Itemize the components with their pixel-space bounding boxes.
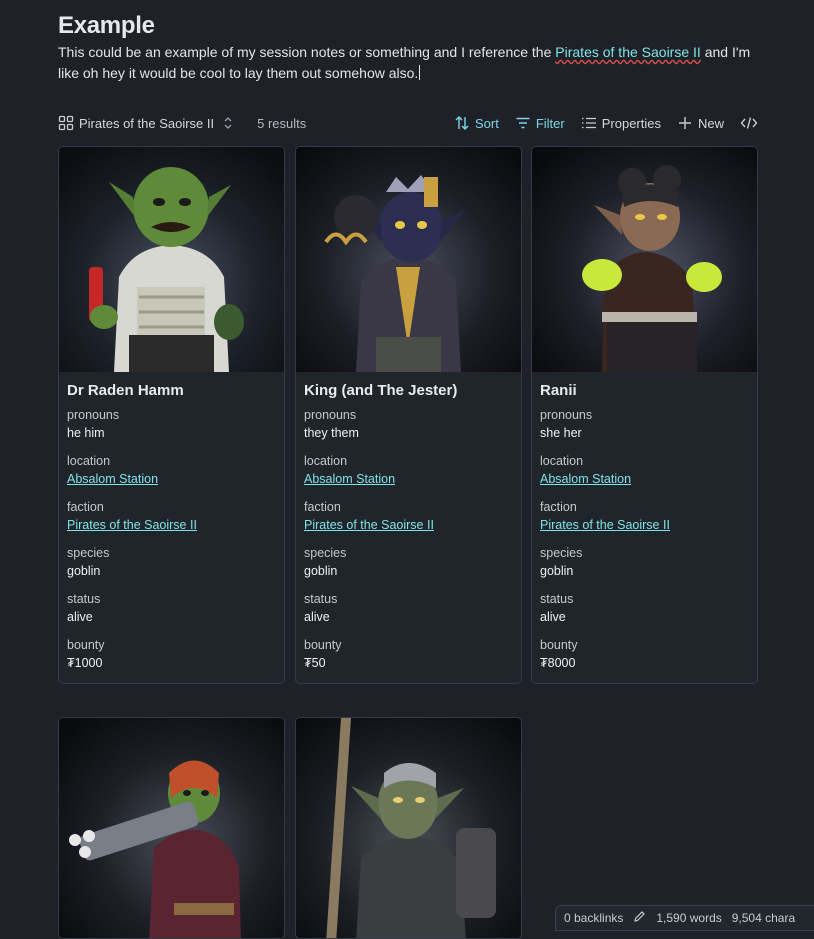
prop-label: species xyxy=(304,546,347,560)
plus-icon xyxy=(677,115,693,131)
prop-species: goblin xyxy=(67,564,101,578)
code-view-button[interactable] xyxy=(740,115,758,131)
prop-label: bounty xyxy=(67,638,105,652)
character-portrait xyxy=(59,147,284,372)
prop-label: status xyxy=(304,592,338,606)
view-name: Pirates of the Saoirse II xyxy=(79,115,215,131)
properties-label: Properties xyxy=(601,115,661,131)
view-switcher[interactable]: Pirates of the Saoirse II xyxy=(58,115,233,131)
filter-button[interactable]: Filter xyxy=(515,115,565,131)
note-link-pirates[interactable]: Pirates of the Saoirse II xyxy=(555,44,701,60)
character-portrait xyxy=(296,147,521,372)
page-title: Example xyxy=(58,12,155,39)
filter-icon xyxy=(515,115,531,131)
character-card[interactable] xyxy=(295,717,522,939)
grid-view-icon xyxy=(58,115,74,131)
prop-faction-link[interactable]: Pirates of the Saoirse II xyxy=(67,516,276,535)
character-name: Dr Raden Hamm xyxy=(67,382,184,399)
text-cursor xyxy=(419,65,421,80)
character-card[interactable]: Ranii pronouns she her location Absalom St… xyxy=(531,146,758,684)
prop-bounty: ₮8000 xyxy=(540,656,576,670)
character-name: Ranii xyxy=(540,382,577,399)
prop-label: faction xyxy=(304,500,341,514)
prop-bounty: ₮50 xyxy=(304,656,326,670)
character-card[interactable] xyxy=(58,717,285,939)
prop-label: faction xyxy=(67,500,104,514)
prop-label: pronouns xyxy=(67,408,120,422)
prop-label: location xyxy=(67,454,111,468)
results-count: 5 results xyxy=(257,115,307,131)
prop-label: species xyxy=(67,546,110,560)
prop-status: alive xyxy=(540,610,566,624)
sort-icon xyxy=(454,115,470,131)
character-card[interactable]: King (and The Jester) pronouns they them … xyxy=(295,146,522,684)
base-toolbar: Pirates of the Saoirse II 5 results Sort… xyxy=(58,110,758,136)
prop-label: species xyxy=(540,546,583,560)
prop-label: bounty xyxy=(304,638,342,652)
prop-bounty: ₮1000 xyxy=(67,656,103,670)
pencil-icon[interactable] xyxy=(633,910,646,926)
prop-location-link[interactable]: Absalom Station xyxy=(540,470,749,489)
list-icon xyxy=(581,115,597,131)
prop-label: pronouns xyxy=(304,408,357,422)
prop-label: status xyxy=(67,592,101,606)
note-text-before: This could be an example of my session n… xyxy=(58,44,556,60)
prop-label: pronouns xyxy=(540,408,593,422)
sort-label: Sort xyxy=(475,115,499,131)
prop-label: status xyxy=(540,592,574,606)
prop-species: goblin xyxy=(540,564,574,578)
prop-label: location xyxy=(304,454,348,468)
prop-pronouns: she her xyxy=(540,426,582,440)
session-note-paragraph[interactable]: This could be an example of my session n… xyxy=(58,42,758,84)
prop-faction-link[interactable]: Pirates of the Saoirse II xyxy=(304,516,513,535)
character-portrait xyxy=(296,718,521,938)
character-card[interactable]: Dr Raden Hamm pronouns he him location Abs… xyxy=(58,146,285,684)
character-name: King (and The Jester) xyxy=(304,382,458,399)
prop-status: alive xyxy=(67,610,93,624)
prop-status: alive xyxy=(304,610,330,624)
prop-pronouns: they them xyxy=(304,426,359,440)
prop-label: faction xyxy=(540,500,577,514)
prop-label: bounty xyxy=(540,638,578,652)
new-label: New xyxy=(697,115,724,131)
prop-label: location xyxy=(540,454,584,468)
prop-pronouns: he him xyxy=(67,426,105,440)
prop-location-link[interactable]: Absalom Station xyxy=(67,470,276,489)
status-bar: 0 backlinks 1,590 words 9,504 chara xyxy=(555,905,814,931)
code-icon xyxy=(740,115,758,131)
prop-species: goblin xyxy=(304,564,338,578)
chevron-updown-icon xyxy=(223,116,233,130)
filter-label: Filter xyxy=(535,115,565,131)
prop-location-link[interactable]: Absalom Station xyxy=(304,470,513,489)
character-portrait xyxy=(59,718,284,938)
prop-faction-link[interactable]: Pirates of the Saoirse II xyxy=(540,516,749,535)
properties-button[interactable]: Properties xyxy=(581,115,661,131)
character-portrait xyxy=(532,147,757,372)
sort-button[interactable]: Sort xyxy=(454,115,499,131)
new-button[interactable]: New xyxy=(677,115,724,131)
